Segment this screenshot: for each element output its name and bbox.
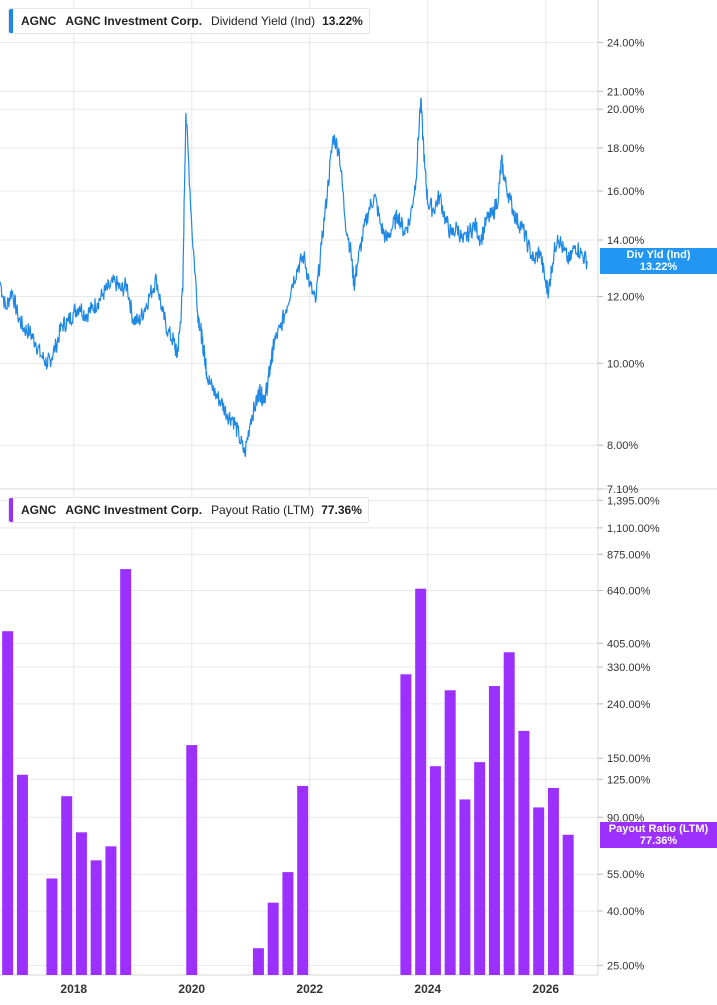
payout-bar <box>16 774 28 975</box>
legend-ticker: AGNC <box>21 14 57 28</box>
payout-bar <box>547 787 559 975</box>
bottom-y-tick-labels: 25.00%40.00%55.00%90.00%125.00%150.00%24… <box>598 495 660 972</box>
payout-ratio-value-flag: Payout Ratio (LTM) 77.36% <box>600 821 717 848</box>
x-tick-label: 2026 <box>532 982 559 996</box>
x-tick-label: 2020 <box>178 982 205 996</box>
dividend-yield-line <box>0 97 588 458</box>
payout-bar <box>415 588 427 975</box>
y-tick-label: 21.00% <box>607 86 645 98</box>
payout-bar <box>267 902 279 975</box>
payout-bar <box>429 766 441 975</box>
legend-ticker: AGNC <box>21 503 57 517</box>
payout-bar <box>459 799 471 975</box>
y-tick-label: 405.00% <box>607 638 651 650</box>
payout-ratio-bars <box>2 569 574 975</box>
y-tick-label: 14.00% <box>607 235 645 247</box>
payout-bar <box>120 569 132 975</box>
x-tick-label: 2018 <box>60 982 87 996</box>
y-tick-label: 1,100.00% <box>607 523 660 535</box>
legend-metric: Dividend Yield (Ind) <box>211 14 316 28</box>
y-tick-label: 25.00% <box>607 960 645 972</box>
y-tick-label: 55.00% <box>607 869 645 881</box>
payout-bar <box>533 807 545 975</box>
y-tick-label: 8.00% <box>607 440 638 452</box>
y-tick-label: 24.00% <box>607 37 645 49</box>
legend-metric: Payout Ratio (LTM) <box>211 503 315 517</box>
payout-ratio-legend: AGNC AGNC Investment Corp. Payout Ratio … <box>8 497 369 523</box>
payout-bar <box>297 785 309 975</box>
x-tick-label: 2024 <box>414 982 441 996</box>
payout-bar <box>474 762 486 975</box>
y-tick-label: 640.00% <box>607 585 651 597</box>
payout-bar <box>2 631 14 975</box>
flag-value: 77.36% <box>639 834 678 847</box>
flag-value: 13.22% <box>639 261 678 274</box>
legend-company: AGNC Investment Corp. <box>65 503 203 517</box>
y-tick-label: 18.00% <box>607 143 645 155</box>
payout-ratio-swatch <box>9 498 13 522</box>
payout-bar <box>400 674 412 975</box>
y-tick-label: 12.00% <box>607 292 645 304</box>
y-tick-label: 330.00% <box>607 662 651 674</box>
payout-bar <box>75 832 87 975</box>
y-tick-label: 20.00% <box>607 104 645 116</box>
flag-label: Payout Ratio (LTM) <box>608 822 709 835</box>
payout-bar <box>105 846 117 975</box>
payout-bar <box>282 872 294 975</box>
payout-bar <box>186 745 198 975</box>
y-tick-label: 16.00% <box>607 186 645 198</box>
x-tick-label: 2022 <box>296 982 323 996</box>
x-tick-labels: 2018 2020 2022 2024 2026 <box>60 982 559 996</box>
y-tick-label: 150.00% <box>607 753 651 765</box>
dividend-yield-swatch <box>9 9 13 33</box>
dividend-yield-value-flag: Div Yld (Ind) 13.22% <box>600 248 717 275</box>
y-tick-label: 875.00% <box>607 549 651 561</box>
payout-bar <box>488 686 500 975</box>
y-tick-label: 240.00% <box>607 699 651 711</box>
payout-bar <box>503 652 515 975</box>
flag-label: Div Yld (Ind) <box>626 249 691 262</box>
y-tick-label: 40.00% <box>607 906 645 918</box>
y-tick-label: 125.00% <box>607 774 651 786</box>
y-tick-label: 10.00% <box>607 358 645 370</box>
payout-bar <box>61 796 73 975</box>
payout-bar <box>444 690 456 975</box>
y-tick-label: 7.10% <box>607 484 638 496</box>
dividend-yield-legend: AGNC AGNC Investment Corp. Dividend Yiel… <box>8 8 370 34</box>
legend-company: AGNC Investment Corp. <box>65 14 203 28</box>
payout-bar <box>46 878 58 975</box>
legend-value: 77.36% <box>321 503 362 517</box>
payout-bar <box>90 860 102 975</box>
payout-bar <box>252 948 264 975</box>
legend-value: 13.22% <box>322 14 363 28</box>
payout-bar <box>518 730 530 975</box>
y-tick-label: 1,395.00% <box>607 495 660 507</box>
payout-bar <box>562 834 574 975</box>
